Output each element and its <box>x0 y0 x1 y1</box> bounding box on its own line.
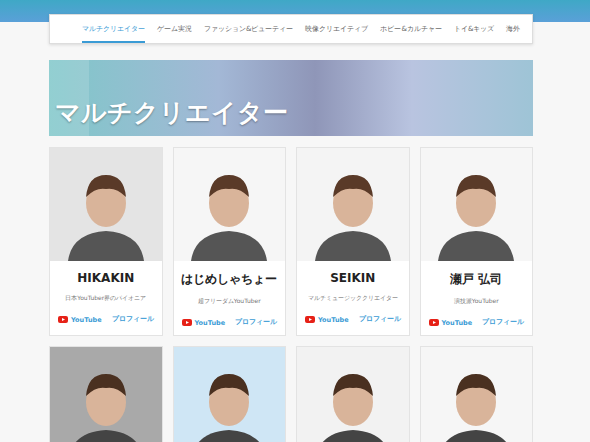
person-icon <box>179 360 279 442</box>
creator-photo <box>50 347 162 442</box>
profile-link[interactable]: プロフィール <box>359 315 401 324</box>
creator-grid: HIKAKIN日本YouTuber界のパイオニアYouTubeプロフィールはじめ… <box>49 147 533 442</box>
person-icon <box>426 360 526 442</box>
youtube-icon <box>429 319 439 326</box>
person-icon <box>179 161 279 261</box>
creator-photo <box>421 347 533 442</box>
person-icon <box>303 360 403 442</box>
youtube-icon <box>182 319 192 326</box>
creator-card[interactable]: SEIKIN マルチミュージッククリエイター YouTube プロフィール <box>296 147 410 336</box>
creator-name: SEIKIN <box>297 261 409 285</box>
creator-photo <box>297 148 409 261</box>
person-icon <box>56 360 156 442</box>
page: マルチクリエイターゲーム実況ファッション&ビューティー映像クリエイティブホビー&… <box>0 0 590 442</box>
creator-photo <box>421 148 533 261</box>
category-banner: マルチクリエイター <box>49 60 533 136</box>
creator-description: 超フリーダムYouTuber <box>174 297 286 306</box>
creator-card[interactable] <box>173 346 287 442</box>
banner-title: マルチクリエイター <box>49 96 288 136</box>
creator-description: マルチミュージッククリエイター <box>297 294 409 303</box>
profile-link[interactable]: プロフィール <box>112 315 154 324</box>
category-tab[interactable]: トイ&キッズ <box>454 15 494 43</box>
creator-card[interactable] <box>296 346 410 442</box>
youtube-link[interactable]: YouTube <box>305 316 349 324</box>
person-icon <box>56 161 156 261</box>
creator-description: 日本YouTuber界のパイオニア <box>50 294 162 303</box>
creator-card[interactable]: はじめしゃちょー超フリーダムYouTuber YouTube プロフィール <box>173 147 287 336</box>
person-icon <box>303 161 403 261</box>
creator-photo <box>174 347 286 442</box>
creator-photo <box>174 148 286 261</box>
category-tab[interactable]: 海外 <box>506 15 520 43</box>
card-links: YouTube プロフィール <box>174 306 286 335</box>
category-tab[interactable]: ホビー&カルチャー <box>380 15 441 43</box>
creator-name: 瀬戸 弘司 <box>421 261 533 288</box>
creator-card[interactable] <box>49 346 163 442</box>
creator-card[interactable] <box>420 346 534 442</box>
creator-description: 演技派YouTuber <box>421 297 533 306</box>
profile-link[interactable]: プロフィール <box>482 318 524 327</box>
creator-card[interactable]: HIKAKIN 日本YouTuber界のパイオニア YouTube プロフィール <box>49 147 163 336</box>
card-links: YouTube プロフィール <box>297 303 409 332</box>
youtube-link[interactable]: YouTube <box>182 319 226 327</box>
creator-name: HIKAKIN <box>50 261 162 285</box>
category-tab[interactable]: 映像クリエイティブ <box>305 15 368 43</box>
youtube-link[interactable]: YouTube <box>58 316 102 324</box>
card-links: YouTube プロフィール <box>421 306 533 335</box>
creator-photo <box>297 347 409 442</box>
youtube-icon <box>58 316 68 323</box>
profile-link[interactable]: プロフィール <box>235 318 277 327</box>
category-tab[interactable]: マルチクリエイター <box>82 15 145 43</box>
card-links: YouTube プロフィール <box>50 303 162 332</box>
person-icon <box>426 161 526 261</box>
creator-name: はじめしゃちょー <box>174 261 286 288</box>
category-nav: マルチクリエイターゲーム実況ファッション&ビューティー映像クリエイティブホビー&… <box>49 14 533 44</box>
youtube-icon <box>305 316 315 323</box>
category-tab[interactable]: ファッション&ビューティー <box>204 15 293 43</box>
youtube-link[interactable]: YouTube <box>429 319 473 327</box>
creator-card[interactable]: 瀬戸 弘司演技派YouTuber YouTube プロフィール <box>420 147 534 336</box>
creator-photo <box>50 148 162 261</box>
category-tab[interactable]: ゲーム実況 <box>157 15 192 43</box>
